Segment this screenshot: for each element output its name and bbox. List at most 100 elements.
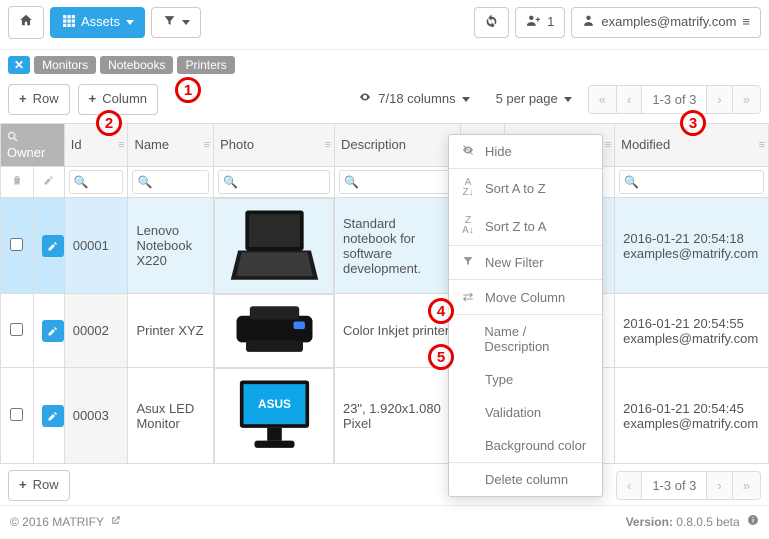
cell-id: 00002 [64, 294, 128, 368]
cell-description: Standard notebook for software developme… [334, 197, 460, 294]
filter-row: 🔍 🔍 🔍 🔍 🔍 [1, 166, 769, 197]
edit-row-button[interactable] [42, 320, 64, 342]
refresh-button[interactable] [474, 7, 509, 39]
close-icon: ✕ [14, 58, 24, 72]
menu-background-color[interactable]: Background color [449, 429, 602, 462]
col-description[interactable]: Description≡ [334, 123, 460, 166]
sort-az-icon: AZ↓ [461, 178, 475, 198]
top-bar: Assets 1 examples@matrify.com ≡ [0, 0, 769, 50]
row-checkbox[interactable] [10, 238, 23, 251]
row-checkbox[interactable] [10, 408, 23, 421]
add-column-label: Column [102, 91, 147, 108]
column-context-menu: Hide AZ↓ Sort A to Z ZA↓ Sort Z to A New… [448, 134, 603, 497]
add-row-button[interactable]: + Row [8, 84, 70, 115]
version-label: Version: [626, 515, 673, 529]
search-icon: 🔍 [344, 175, 359, 189]
table-row[interactable]: 00002 Printer XYZ Color Inkjet printer. … [1, 294, 769, 368]
tag-notebooks[interactable]: Notebooks [100, 56, 173, 74]
menu-type[interactable]: Type [449, 363, 602, 396]
account-email: examples@matrify.com [601, 14, 736, 31]
menu-move-column[interactable]: ⇄ Move Column [449, 280, 602, 314]
cell-description: 23", 1.920x1.080 Pixel [334, 368, 460, 464]
cell-id: 00003 [64, 368, 128, 464]
home-button[interactable] [8, 6, 44, 39]
pager-next[interactable]: › [706, 472, 731, 499]
grip-icon[interactable]: ≡ [204, 139, 209, 151]
info-icon[interactable] [747, 515, 759, 529]
refresh-icon [485, 14, 498, 32]
user-count: 1 [547, 14, 554, 31]
col-photo[interactable]: Photo≡ [214, 123, 335, 166]
col-name[interactable]: Name≡ [128, 123, 214, 166]
laptop-icon [227, 205, 322, 287]
edit-row-button[interactable] [42, 405, 64, 427]
edit-all-icon[interactable] [33, 166, 64, 197]
columns-visibility-dropdown[interactable]: 7/18 columns [348, 85, 479, 114]
add-row-button-bottom[interactable]: + Row [8, 470, 70, 501]
cell-id: 00001 [64, 197, 128, 294]
pager-prev[interactable]: ‹ [617, 472, 641, 499]
table-row[interactable]: 00003 Asux LED Monitor ASUS 23", 1.920x1… [1, 368, 769, 464]
plus-icon: + [19, 91, 27, 108]
cell-photo [214, 198, 334, 294]
pager-last[interactable]: » [732, 86, 760, 113]
menu-hide[interactable]: Hide [449, 135, 602, 168]
columns-info-label: 7/18 columns [378, 91, 455, 108]
edit-row-button[interactable] [42, 235, 64, 257]
grip-icon[interactable]: ≡ [118, 139, 123, 151]
add-row-label: Row [33, 91, 59, 108]
pager-first[interactable]: « [589, 86, 616, 113]
cell-name: Lenovo Notebook X220 [128, 197, 214, 294]
menu-name-description[interactable]: Name / Description [449, 315, 602, 363]
col-modified[interactable]: Modified≡ [615, 123, 769, 166]
home-icon [19, 13, 33, 32]
menu-sort-az[interactable]: AZ↓ Sort A to Z [449, 169, 602, 207]
search-icon: 🔍 [137, 175, 152, 189]
menu-validation[interactable]: Validation [449, 396, 602, 429]
assets-dropdown[interactable]: Assets [50, 7, 145, 39]
filter-modified[interactable] [619, 170, 764, 194]
trash-icon[interactable] [1, 166, 34, 197]
cell-name: Printer XYZ [128, 294, 214, 368]
pager-next[interactable]: › [706, 86, 731, 113]
plus-icon: + [89, 91, 97, 108]
col-owner[interactable]: Owner [1, 123, 65, 166]
tag-monitors[interactable]: Monitors [34, 56, 96, 74]
eye-slash-icon [461, 144, 475, 159]
pager-info: 1-3 of 3 [641, 472, 706, 499]
caret-down-icon [126, 20, 134, 25]
row-checkbox[interactable] [10, 323, 23, 336]
monitor-icon: ASUS [227, 375, 322, 457]
pager-last[interactable]: » [732, 472, 760, 499]
table-row[interactable]: 00001 Lenovo Notebook X220 Standard note… [1, 197, 769, 294]
tag-printers[interactable]: Printers [177, 56, 234, 74]
assets-label: Assets [81, 14, 120, 31]
grip-icon[interactable]: ≡ [759, 139, 764, 151]
menu-delete-column[interactable]: Delete column [449, 463, 602, 496]
search-icon: 🔍 [223, 175, 238, 189]
user-plus-icon [526, 14, 541, 32]
tag-bar: ✕ Monitors Notebooks Printers [0, 50, 769, 80]
bottom-pager: ‹ 1-3 of 3 › » [616, 471, 761, 500]
eye-icon [358, 91, 372, 108]
filter-dropdown[interactable] [151, 7, 201, 39]
cell-modified: 2016-01-21 20:54:55 examples@matrify.com [615, 294, 769, 368]
caret-down-icon [182, 20, 190, 25]
clear-tags-button[interactable]: ✕ [8, 56, 30, 74]
add-column-button[interactable]: + Column [78, 84, 158, 115]
col-id[interactable]: Id≡ [64, 123, 128, 166]
search-icon: 🔍 [624, 175, 639, 189]
cell-modified: 2016-01-21 20:54:45 examples@matrify.com [615, 368, 769, 464]
grip-icon[interactable]: ≡ [325, 139, 330, 151]
pager-prev[interactable]: ‹ [616, 86, 641, 113]
account-dropdown[interactable]: examples@matrify.com ≡ [571, 7, 761, 39]
grid-icon [61, 14, 75, 32]
add-row-label: Row [33, 477, 59, 494]
plus-icon: + [19, 477, 27, 494]
pager-info: 1-3 of 3 [641, 86, 706, 113]
menu-new-filter[interactable]: New Filter [449, 246, 602, 279]
grip-icon[interactable]: ≡ [605, 139, 610, 151]
per-page-dropdown[interactable]: 5 per page [486, 85, 582, 114]
users-button[interactable]: 1 [515, 7, 565, 39]
menu-sort-za[interactable]: ZA↓ Sort Z to A [449, 207, 602, 245]
